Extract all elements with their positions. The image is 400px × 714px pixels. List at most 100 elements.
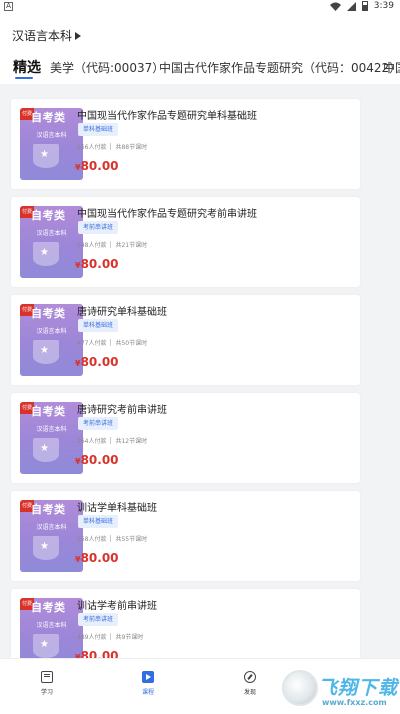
nav-label: 课程: [141, 689, 154, 696]
course-price: ¥80.00: [75, 159, 119, 173]
course-meta: 148人付款 共21节课时: [77, 240, 147, 249]
thumbnail-heading: 自考类: [31, 209, 66, 222]
lesson-count: 共9节课时: [115, 634, 144, 641]
nav-study[interactable]: 学习: [22, 671, 72, 696]
course-tag: 单科基础班: [78, 515, 119, 528]
price-value: 80.00: [80, 453, 119, 467]
tab-more[interactable]: 中国: [383, 59, 400, 76]
thumbnail-subtitle: 汉语言本科: [36, 524, 67, 531]
nav-courses[interactable]: 课程: [123, 671, 173, 696]
course-card[interactable]: 付费 自考类 汉语言本科 ★ 中国现当代作家作品专题研究单科基础班 单科基础班 …: [11, 99, 360, 189]
course-card[interactable]: 付费 自考类 汉语言本科 ★ 唐诗研究考前串讲班 考前串讲班 264人付款 共1…: [11, 393, 360, 483]
tab-aesthetics[interactable]: 美学（代码:00037）: [50, 59, 164, 76]
course-meta: 489人付款 共9节课时: [77, 632, 143, 641]
tab-ancient-writers[interactable]: 中国古代作家作品专题研究（代码：00422）: [159, 59, 400, 76]
course-card[interactable]: 付费 自考类 汉语言本科 ★ 中国现当代作家作品专题研究考前串讲班 考前串讲班 …: [11, 197, 360, 287]
course-title: 唐诗研究考前串讲班: [77, 405, 167, 416]
lesson-count: 共55节课时: [115, 536, 148, 543]
status-bar: A 3:39: [0, 0, 400, 14]
course-tag: 考前串讲班: [78, 613, 119, 626]
course-thumbnail: 付费 自考类 汉语言本科 ★: [20, 598, 83, 658]
subject-tabs: 精选 美学（代码:00037） 中国古代作家作品专题研究（代码：00422） 中…: [0, 54, 400, 84]
course-tag: 考前串讲班: [78, 221, 119, 234]
meta-divider: [110, 143, 112, 150]
signal-icon: [346, 1, 356, 11]
nav-label: 学习: [40, 689, 53, 696]
meta-divider: [110, 437, 112, 444]
wifi-icon: [329, 2, 341, 11]
course-list[interactable]: 付费 自考类 汉语言本科 ★ 中国现当代作家作品专题研究单科基础班 单科基础班 …: [0, 92, 400, 658]
course-meta: 264人付款 共12节课时: [77, 436, 147, 445]
course-thumbnail: 付费 自考类 汉语言本科 ★: [20, 108, 83, 180]
play-icon: [142, 671, 154, 683]
thumbnail-heading: 自考类: [31, 307, 66, 320]
course-title: 训诂学单科基础班: [77, 503, 157, 514]
thumbnail-heading: 自考类: [31, 601, 66, 614]
course-card[interactable]: 付费 自考类 汉语言本科 ★ 唐诗研究单科基础班 单科基础班 477人付款 共5…: [11, 295, 360, 385]
course-tag: 单科基础班: [78, 123, 119, 136]
buyer-count: 156人付款: [77, 144, 107, 151]
category-label: 汉语言本科: [12, 29, 73, 43]
top-bar: 汉语言本科: [0, 14, 400, 54]
thumbnail-subtitle: 汉语言本科: [36, 426, 67, 433]
thumbnail-subtitle: 汉语言本科: [36, 132, 67, 139]
watermark-text: 飞翔下载: [318, 677, 399, 699]
buyer-count: 148人付款: [77, 242, 107, 249]
course-price: ¥80.00: [75, 551, 119, 565]
thumbnail-subtitle: 汉语言本科: [36, 622, 67, 629]
watermark-logo-icon: [282, 670, 318, 706]
course-thumbnail: 付费 自考类 汉语言本科 ★: [20, 402, 83, 474]
nav-discover[interactable]: 发现: [225, 671, 275, 696]
battery-icon: [361, 1, 368, 11]
status-time: 3:39: [373, 1, 394, 11]
tab-active-indicator: [15, 77, 33, 79]
price-value: 80.00: [80, 551, 119, 565]
buyer-count: 489人付款: [77, 634, 107, 641]
course-meta: 477人付款 共50节课时: [77, 338, 147, 347]
course-tag: 单科基础班: [78, 319, 119, 332]
book-icon: [41, 671, 53, 683]
category-selector[interactable]: 汉语言本科: [12, 27, 82, 44]
course-title: 训诂学考前串讲班: [77, 601, 157, 612]
course-thumbnail: 付费 自考类 汉语言本科 ★: [20, 206, 83, 278]
meta-divider: [110, 241, 112, 248]
course-card[interactable]: 付费 自考类 汉语言本科 ★ 训诂学考前串讲班 考前串讲班 489人付款 共9节…: [11, 589, 360, 658]
star-icon: ★: [40, 639, 49, 650]
status-icons: 3:39: [329, 1, 394, 11]
price-value: 80.00: [80, 257, 119, 271]
lesson-count: 共12节课时: [115, 438, 148, 445]
star-icon: ★: [40, 345, 49, 356]
course-title: 中国现当代作家作品专题研究单科基础班: [77, 111, 257, 122]
course-price: ¥80.00: [75, 649, 119, 658]
buyer-count: 477人付款: [77, 340, 107, 347]
price-value: 80.00: [80, 355, 119, 369]
compass-icon: [244, 671, 256, 683]
caret-right-icon: [75, 31, 82, 40]
thumbnail-subtitle: 汉语言本科: [36, 328, 67, 335]
course-price: ¥80.00: [75, 355, 119, 369]
course-price: ¥80.00: [75, 257, 119, 271]
meta-divider: [110, 535, 112, 542]
thumbnail-heading: 自考类: [31, 503, 66, 516]
course-price: ¥80.00: [75, 453, 119, 467]
watermark-url: www.fxxz.com: [322, 698, 387, 707]
course-card[interactable]: 付费 自考类 汉语言本科 ★ 训诂学单科基础班 单科基础班 158人付款 共55…: [11, 491, 360, 581]
nav-label: 发现: [243, 689, 256, 696]
notification-badge: A: [4, 2, 13, 11]
course-thumbnail: 付费 自考类 汉语言本科 ★: [20, 500, 83, 572]
meta-divider: [110, 339, 112, 346]
course-meta: 158人付款 共55节课时: [77, 534, 147, 543]
site-watermark: 飞翔下载 www.fxxz.com: [278, 666, 398, 712]
price-value: 80.00: [80, 649, 119, 658]
buyer-count: 264人付款: [77, 438, 107, 445]
star-icon: ★: [40, 149, 49, 160]
tab-featured[interactable]: 精选: [13, 57, 41, 77]
thumbnail-subtitle: 汉语言本科: [36, 230, 67, 237]
buyer-count: 158人付款: [77, 536, 107, 543]
thumbnail-heading: 自考类: [31, 405, 66, 418]
course-tag: 考前串讲班: [78, 417, 119, 430]
star-icon: ★: [40, 247, 49, 258]
lesson-count: 共88节课时: [115, 144, 148, 151]
course-title: 中国现当代作家作品专题研究考前串讲班: [77, 209, 257, 220]
thumbnail-heading: 自考类: [31, 111, 66, 124]
